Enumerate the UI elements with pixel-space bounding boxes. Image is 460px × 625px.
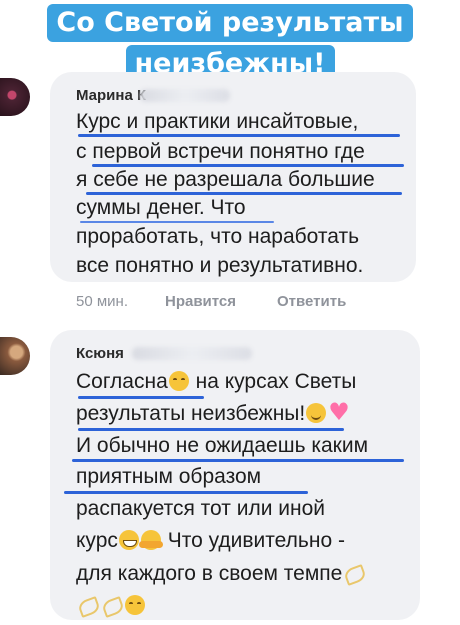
underline-6 <box>78 428 344 431</box>
comment-author-2[interactable]: Ксюня <box>76 345 124 363</box>
underline-5 <box>78 396 204 399</box>
comment2-line-3: И обычно не ожидаешь каким <box>76 434 369 457</box>
comment1-line-2: с первой встречи понятно где <box>76 140 365 163</box>
comment2-text-courses: на курсах Светы <box>195 370 357 393</box>
comment2-line-6: курс Что удивительно - <box>76 527 345 555</box>
comment2-line-4: приятным образом <box>76 465 262 488</box>
comment1-line-5: проработать, что наработать <box>76 225 360 248</box>
avatar-ksyunya[interactable] <box>0 337 30 375</box>
comment2-line-1: Согласна на курсах Светы <box>76 368 356 396</box>
banner-title-line-1: Со Светой результаты <box>0 4 460 42</box>
dash-icon <box>101 595 123 615</box>
underline-7 <box>72 459 404 462</box>
redacted-surname-1 <box>140 89 230 102</box>
comment2-line-2: результаты неизбежны! <box>76 398 350 428</box>
dash-icon <box>77 595 99 615</box>
comment1-line-4: суммы денег. Что <box>76 196 246 219</box>
comment2-text-course: курс <box>76 529 118 552</box>
comment-author-1[interactable]: Марина К <box>76 87 146 105</box>
relieved-face-icon <box>306 403 327 423</box>
redacted-surname-2 <box>132 347 252 360</box>
comment1-line-1: Курс и практики инсайтовые, <box>76 110 359 133</box>
banner-text-1: Со Светой результаты <box>47 4 413 42</box>
avatar-marina[interactable] <box>0 78 30 116</box>
comment2-text-pace: для каждого в своем темпе <box>76 562 343 585</box>
comment2-text-agree: Согласна <box>76 370 168 393</box>
dash-icon <box>343 563 365 583</box>
comment1-line-6: все понятно и результативно. <box>76 254 364 277</box>
smiling-face-icon <box>168 371 189 391</box>
sparkling-heart-icon <box>328 398 350 426</box>
comment2-line-5: распакуется тот или иной <box>76 497 326 520</box>
underline-8 <box>64 491 308 494</box>
comment2-text-surprising: Что удивительно - <box>167 529 345 552</box>
comment1-time: 50 мин. <box>76 293 128 310</box>
comment2-text-results: результаты неизбежны! <box>76 402 306 425</box>
comment2-line-8 <box>76 592 146 620</box>
comment2-line-7: для каждого в своем темпе <box>76 560 366 588</box>
comment1-line-3: я себе не разрешала большие <box>76 168 375 191</box>
like-button[interactable]: Нравится <box>165 293 236 311</box>
underline-1 <box>78 134 400 137</box>
reply-button[interactable]: Ответить <box>277 293 346 311</box>
grinning-face-icon <box>118 530 139 550</box>
hugging-face-icon <box>138 530 163 550</box>
smiling-face-icon <box>125 595 145 615</box>
